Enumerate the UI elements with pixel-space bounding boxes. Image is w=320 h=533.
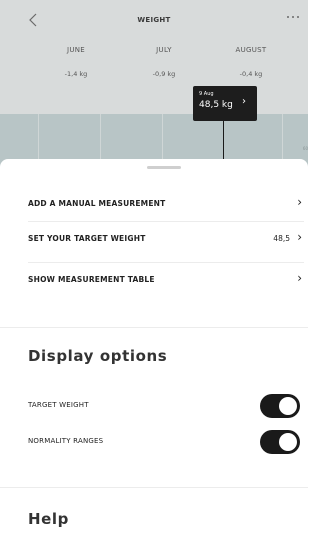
month-label: JULY (156, 46, 172, 54)
month-delta: -0,9 kg (152, 70, 176, 78)
toggle-label: TARGET WEIGHT (28, 401, 89, 409)
axis-tick: 60 (302, 146, 308, 151)
row-label: SHOW MEASUREMENT TABLE (28, 275, 155, 284)
normality-ranges-toggle-row: NORMALITY RANGES (28, 427, 304, 461)
target-weight-value: 48,5 (273, 234, 290, 243)
show-measurement-table-row[interactable]: SHOW MEASUREMENT TABLE › (28, 263, 304, 297)
month-delta: -0,4 kg (239, 70, 263, 78)
more-horizontal-icon (287, 16, 289, 18)
tooltip-date: 9 Aug (199, 91, 214, 97)
set-target-weight-row[interactable]: SET YOUR TARGET WEIGHT 48,5 › (28, 222, 304, 256)
section-divider (0, 487, 308, 488)
month-label: AUGUST (235, 46, 267, 54)
help-title: Help (28, 510, 70, 528)
month-delta: -1,4 kg (64, 70, 88, 78)
chevron-right-icon: › (297, 271, 302, 285)
display-options-title: Display options (28, 347, 168, 365)
more-dot (297, 16, 299, 18)
month-label: JUNE (66, 46, 86, 54)
sheet-drag-handle[interactable] (147, 166, 181, 169)
chevron-right-icon: › (297, 195, 302, 209)
tooltip-value: 48,5 kg (199, 100, 233, 110)
row-label: ADD A MANUAL MEASUREMENT (28, 199, 166, 208)
toggle-knob (279, 433, 297, 451)
toggle-label: NORMALITY RANGES (28, 437, 104, 445)
add-manual-measurement-row[interactable]: ADD A MANUAL MEASUREMENT › (28, 187, 304, 221)
section-divider (0, 327, 308, 328)
chevron-right-icon: › (242, 96, 246, 107)
more-button[interactable] (285, 12, 301, 22)
row-label: SET YOUR TARGET WEIGHT (28, 234, 146, 243)
more-dot (292, 16, 294, 18)
normality-ranges-toggle[interactable] (260, 430, 300, 454)
chevron-right-icon: › (297, 230, 302, 244)
target-weight-toggle-row: TARGET WEIGHT (28, 391, 304, 425)
target-weight-toggle[interactable] (260, 394, 300, 418)
page-title: WEIGHT (137, 16, 171, 24)
toggle-knob (279, 397, 297, 415)
measurement-tooltip[interactable]: 9 Aug 48,5 kg › (193, 86, 257, 121)
weight-chart-background: WEIGHT JUNE JULY AUGUST -1,4 kg -0,9 kg … (0, 0, 308, 175)
options-bottom-sheet: ADD A MANUAL MEASUREMENT › SET YOUR TARG… (0, 159, 308, 533)
